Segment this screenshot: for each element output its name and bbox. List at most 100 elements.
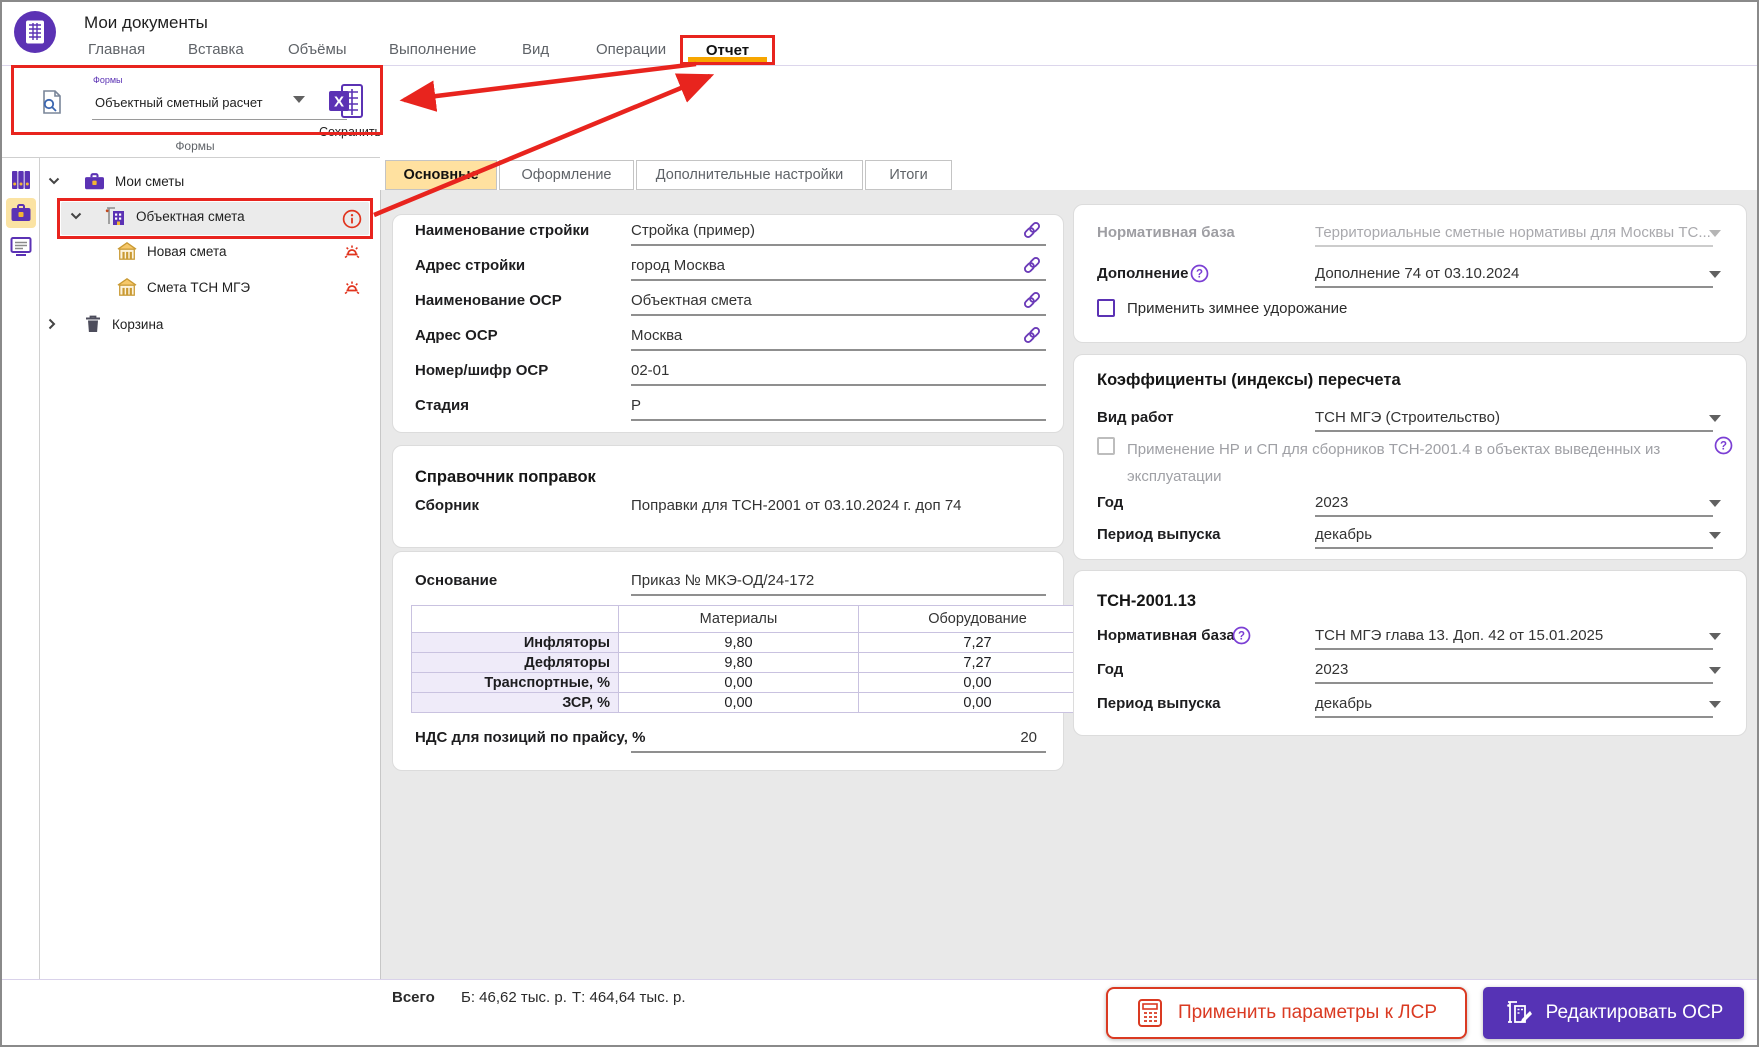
stage-input[interactable]: Р (631, 397, 641, 414)
menu-item-obyomy[interactable]: Объёмы (288, 41, 347, 58)
link-icon[interactable] (1021, 289, 1043, 311)
tab-oformlenie[interactable]: Оформление (499, 160, 634, 190)
table-row: Транспортные, % 0,00 0,00 (412, 673, 1097, 693)
apply-params-button[interactable]: Применить параметры к ЛСР (1106, 987, 1467, 1039)
field-label: Год (1097, 661, 1123, 678)
active-tab-indicator (688, 57, 767, 62)
zsr-equipment-cell[interactable]: 0,00 (859, 693, 1097, 713)
dropdown-arrow-icon[interactable] (1709, 701, 1721, 708)
alarm-icon[interactable] (343, 242, 361, 260)
tree-item-new-estimate[interactable]: Новая смета (116, 235, 226, 267)
estimate-house-icon (116, 277, 138, 297)
svg-text:?: ? (1720, 441, 1727, 453)
trash-icon (84, 314, 102, 334)
dropdown-arrow-icon[interactable] (1709, 415, 1721, 422)
svg-text:?: ? (1238, 631, 1245, 643)
table-col-header: Материалы (619, 606, 859, 633)
coeff-period-select[interactable]: декабрь (1315, 526, 1372, 543)
tsn13-period-select[interactable]: декабрь (1315, 695, 1372, 712)
menu-item-glavnaya[interactable]: Главная (88, 41, 145, 58)
table-row: Инфляторы 9,80 7,27 (412, 633, 1097, 653)
work-type-select[interactable]: ТСН МГЭ (Строительство) (1315, 409, 1500, 426)
help-icon[interactable]: ? (1232, 626, 1251, 645)
header-bar: Мои документы Главная Вставка Объёмы Вып… (2, 2, 1757, 66)
tree-item-tsn-mge-estimate[interactable]: Смета ТСН МГЭ (116, 271, 250, 303)
tree-item-my-estimates[interactable]: Мои сметы (48, 165, 184, 197)
inflators-materials-cell[interactable]: 9,80 (619, 633, 859, 653)
dropdown-arrow-icon[interactable] (1709, 532, 1721, 539)
tsn13-base-select[interactable]: ТСН МГЭ глава 13. Доп. 42 от 15.01.2025 (1315, 627, 1603, 644)
chevron-right-icon (48, 318, 56, 330)
help-icon[interactable]: ? (1714, 436, 1733, 455)
dropdown-arrow-icon[interactable] (1709, 667, 1721, 674)
winter-checkbox[interactable] (1097, 299, 1115, 317)
help-icon[interactable]: ? (1190, 264, 1209, 283)
inflators-equipment-cell[interactable]: 7,27 (859, 633, 1097, 653)
transport-equipment-cell[interactable]: 0,00 (859, 673, 1097, 693)
input-underline (1315, 245, 1713, 247)
deflators-equipment-cell[interactable]: 7,27 (859, 653, 1097, 673)
field-label: Нормативная база (1097, 627, 1235, 644)
construction-address-input[interactable]: город Москва (631, 257, 725, 274)
deflators-materials-cell[interactable]: 9,80 (619, 653, 859, 673)
tree-item-trash[interactable]: Корзина (48, 308, 163, 340)
link-icon[interactable] (1021, 324, 1043, 346)
field-label: Основание (415, 572, 497, 589)
footer-bar: Всего Б: 46,62 тыс. р. Т: 464,64 тыс. р.… (2, 979, 1757, 1047)
zsr-materials-cell[interactable]: 0,00 (619, 693, 859, 713)
tsn13-title: ТСН-2001.13 (1097, 592, 1196, 611)
report-board-icon[interactable] (6, 231, 36, 261)
field-label: Период выпуска (1097, 526, 1220, 543)
tree-item-label: Мои сметы (115, 174, 184, 189)
supplement-select[interactable]: Дополнение 74 от 03.10.2024 (1315, 265, 1519, 282)
coeff-year-select[interactable]: 2023 (1315, 494, 1348, 511)
apply-params-label: Применить параметры к ЛСР (1178, 1002, 1437, 1024)
osr-number-input[interactable]: 02-01 (631, 362, 669, 379)
menu-item-vypolnenie[interactable]: Выполнение (389, 41, 476, 58)
rail-divider (39, 157, 40, 979)
menu-item-otchet-label: Отчет (706, 42, 749, 59)
menu-item-operacii[interactable]: Операции (596, 41, 666, 58)
edit-building-icon (1504, 998, 1534, 1028)
corrections-title: Справочник поправок (415, 468, 596, 487)
menu-item-otchet-active[interactable]: Отчет (680, 35, 775, 65)
construction-name-input[interactable]: Стройка (пример) (631, 222, 755, 239)
row-header: Транспортные, % (412, 673, 619, 693)
tab-dop-nastroyki[interactable]: Дополнительные настройки (636, 160, 863, 190)
field-label: Нормативная база (1097, 224, 1235, 241)
alarm-icon[interactable] (343, 278, 361, 296)
field-label: Номер/шифр ОСР (415, 362, 548, 379)
tree-item-label: Смета ТСН МГЭ (147, 280, 250, 295)
link-icon[interactable] (1021, 219, 1043, 241)
tab-osnovnye[interactable]: Основные (385, 160, 497, 190)
dropdown-arrow-icon[interactable] (1709, 500, 1721, 507)
archive-binders-icon[interactable] (6, 165, 36, 195)
transport-materials-cell[interactable]: 0,00 (619, 673, 859, 693)
dropdown-arrow-icon[interactable] (1709, 271, 1721, 278)
page-title: Мои документы (84, 13, 208, 33)
edit-osr-button[interactable]: Редактировать ОСР (1483, 987, 1744, 1039)
field-label: Дополнение (1097, 265, 1188, 282)
osr-name-input[interactable]: Объектная смета (631, 292, 752, 309)
input-underline (631, 314, 1046, 316)
corrections-collection-value[interactable]: Поправки для ТСН-2001 от 03.10.2024 г. д… (631, 497, 962, 514)
menu-item-vid[interactable]: Вид (522, 41, 549, 58)
vat-label: НДС для позиций по прайсу, % (415, 729, 645, 746)
tab-itogi[interactable]: Итоги (865, 160, 952, 190)
tsn13-year-select[interactable]: 2023 (1315, 661, 1348, 678)
input-underline (1315, 547, 1713, 549)
total-label: Всего (392, 989, 435, 1006)
coefficients-title: Коэффициенты (индексы) пересчета (1097, 371, 1401, 390)
row-header: ЗСР, % (412, 693, 619, 713)
input-underline (1315, 286, 1713, 288)
dropdown-arrow-icon[interactable] (1709, 633, 1721, 640)
vat-input[interactable]: 20 (631, 729, 1037, 746)
link-icon[interactable] (1021, 254, 1043, 276)
menu-item-vstavka[interactable]: Вставка (188, 41, 244, 58)
winter-checkbox-label: Применить зимнее удорожание (1127, 300, 1347, 317)
osr-address-input[interactable]: Москва (631, 327, 682, 344)
basis-input[interactable]: Приказ № МКЭ-ОД/24-172 (631, 572, 814, 589)
input-underline (631, 594, 1046, 596)
input-underline (1315, 682, 1713, 684)
briefcase-estimates-icon[interactable] (6, 198, 36, 228)
